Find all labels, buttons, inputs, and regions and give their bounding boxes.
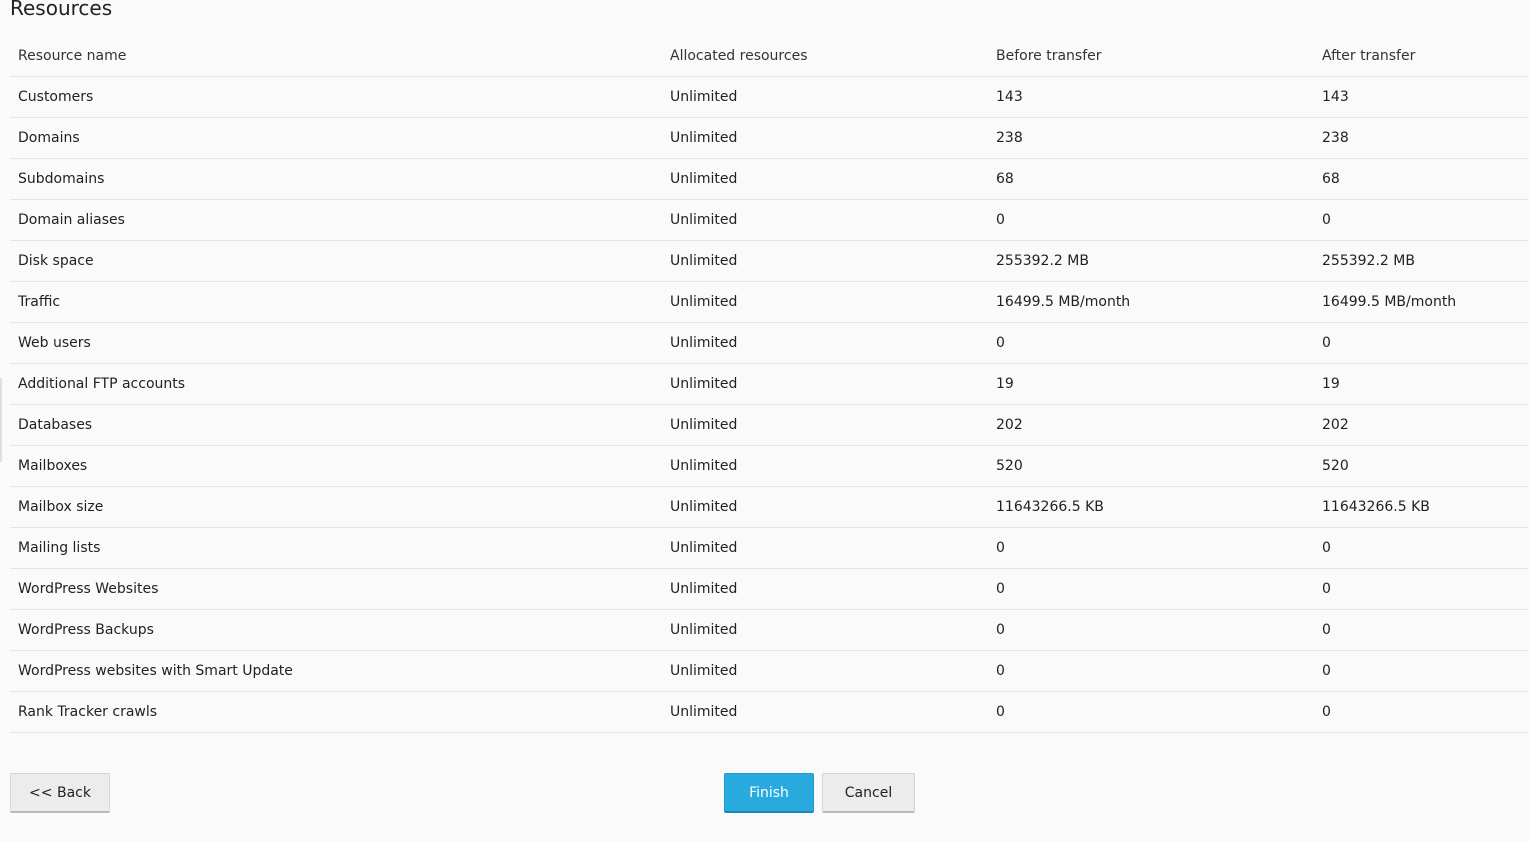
cell-after-transfer: 520 [1314, 445, 1528, 487]
cell-before-transfer: 520 [988, 445, 1314, 487]
table-body: Customers Unlimited 143 143 Domains Unlimited… [10, 76, 1528, 733]
back-button[interactable]: << Back [10, 773, 110, 813]
cell-allocated-resources: Unlimited [662, 527, 988, 569]
cell-after-transfer: 19 [1314, 363, 1528, 405]
column-header-resource-name: Resource name [10, 36, 662, 77]
cell-allocated-resources: Unlimited [662, 445, 988, 487]
cell-resource-name: Additional FTP accounts [10, 363, 662, 405]
cell-before-transfer: 19 [988, 363, 1314, 405]
cell-resource-name: WordPress Backups [10, 609, 662, 651]
cell-resource-name: Customers [10, 76, 662, 118]
cell-resource-name: Rank Tracker crawls [10, 691, 662, 733]
cell-before-transfer: 255392.2 MB [988, 240, 1314, 282]
table-row: Web users Unlimited 0 0 [10, 322, 1528, 364]
cell-allocated-resources: Unlimited [662, 404, 988, 446]
cell-after-transfer: 238 [1314, 117, 1528, 159]
cell-after-transfer: 0 [1314, 691, 1528, 733]
cell-after-transfer: 0 [1314, 609, 1528, 651]
table-row: Domain aliases Unlimited 0 0 [10, 199, 1528, 241]
cell-after-transfer: 68 [1314, 158, 1528, 200]
cell-allocated-resources: Unlimited [662, 609, 988, 651]
column-header-before-transfer: Before transfer [988, 36, 1314, 77]
cell-before-transfer: 238 [988, 117, 1314, 159]
cell-resource-name: WordPress Websites [10, 568, 662, 610]
cell-allocated-resources: Unlimited [662, 486, 988, 528]
cell-after-transfer: 255392.2 MB [1314, 240, 1528, 282]
cell-after-transfer: 11643266.5 KB [1314, 486, 1528, 528]
cell-after-transfer: 0 [1314, 527, 1528, 569]
cell-before-transfer: 0 [988, 609, 1314, 651]
table-row: Mailboxes Unlimited 520 520 [10, 445, 1528, 487]
cell-resource-name: Disk space [10, 240, 662, 282]
table-row: WordPress websites with Smart Update Unli… [10, 650, 1528, 692]
cell-resource-name: Traffic [10, 281, 662, 323]
cell-before-transfer: 0 [988, 650, 1314, 692]
cell-after-transfer: 16499.5 MB/month [1314, 281, 1528, 323]
table-row: Mailing lists Unlimited 0 0 [10, 527, 1528, 569]
resources-table: Resource name Allocated resources Before… [10, 36, 1528, 733]
cell-before-transfer: 0 [988, 691, 1314, 733]
column-header-allocated-resources: Allocated resources [662, 36, 988, 77]
cell-before-transfer: 0 [988, 322, 1314, 364]
cell-after-transfer: 202 [1314, 404, 1528, 446]
column-header-after-transfer: After transfer [1314, 36, 1528, 77]
cell-after-transfer: 0 [1314, 568, 1528, 610]
cell-allocated-resources: Unlimited [662, 568, 988, 610]
cell-resource-name: Mailboxes [10, 445, 662, 487]
finish-button[interactable]: Finish [724, 773, 814, 813]
cell-resource-name: Domains [10, 117, 662, 159]
cell-after-transfer: 143 [1314, 76, 1528, 118]
table-row: Databases Unlimited 202 202 [10, 404, 1528, 446]
cell-before-transfer: 68 [988, 158, 1314, 200]
cell-before-transfer: 143 [988, 76, 1314, 118]
cell-resource-name: Subdomains [10, 158, 662, 200]
table-row: WordPress Backups Unlimited 0 0 [10, 609, 1528, 651]
table-row: Subdomains Unlimited 68 68 [10, 158, 1528, 200]
cell-resource-name: Web users [10, 322, 662, 364]
cell-allocated-resources: Unlimited [662, 199, 988, 241]
table-row: Domains Unlimited 238 238 [10, 117, 1528, 159]
table-row: Mailbox size Unlimited 11643266.5 KB 116432… [10, 486, 1528, 528]
cell-resource-name: WordPress websites with Smart Update [10, 650, 662, 692]
cell-after-transfer: 0 [1314, 650, 1528, 692]
cell-allocated-resources: Unlimited [662, 363, 988, 405]
table-row: WordPress Websites Unlimited 0 0 [10, 568, 1528, 610]
cell-after-transfer: 0 [1314, 322, 1528, 364]
cell-before-transfer: 0 [988, 199, 1314, 241]
cell-allocated-resources: Unlimited [662, 281, 988, 323]
cell-resource-name: Databases [10, 404, 662, 446]
cell-after-transfer: 0 [1314, 199, 1528, 241]
cell-allocated-resources: Unlimited [662, 240, 988, 282]
cell-allocated-resources: Unlimited [662, 650, 988, 692]
table-row: Additional FTP accounts Unlimited 19 19 [10, 363, 1528, 405]
cell-before-transfer: 11643266.5 KB [988, 486, 1314, 528]
table-row: Disk space Unlimited 255392.2 MB 255392.2 M… [10, 240, 1528, 282]
cell-allocated-resources: Unlimited [662, 158, 988, 200]
cell-allocated-resources: Unlimited [662, 691, 988, 733]
cell-allocated-resources: Unlimited [662, 117, 988, 159]
table-row: Traffic Unlimited 16499.5 MB/month 16499.5 … [10, 281, 1528, 323]
table-header-row: Resource name Allocated resources Before… [10, 36, 1528, 77]
cell-resource-name: Mailbox size [10, 486, 662, 528]
cancel-button[interactable]: Cancel [822, 773, 915, 813]
cell-before-transfer: 0 [988, 568, 1314, 610]
cell-before-transfer: 202 [988, 404, 1314, 446]
page-title: Resources [10, 0, 113, 20]
cell-resource-name: Domain aliases [10, 199, 662, 241]
left-edge-marker [0, 378, 2, 462]
cell-allocated-resources: Unlimited [662, 76, 988, 118]
cell-before-transfer: 16499.5 MB/month [988, 281, 1314, 323]
table-row: Customers Unlimited 143 143 [10, 76, 1528, 118]
cell-before-transfer: 0 [988, 527, 1314, 569]
cell-allocated-resources: Unlimited [662, 322, 988, 364]
table-row: Rank Tracker crawls Unlimited 0 0 [10, 691, 1528, 733]
cell-resource-name: Mailing lists [10, 527, 662, 569]
